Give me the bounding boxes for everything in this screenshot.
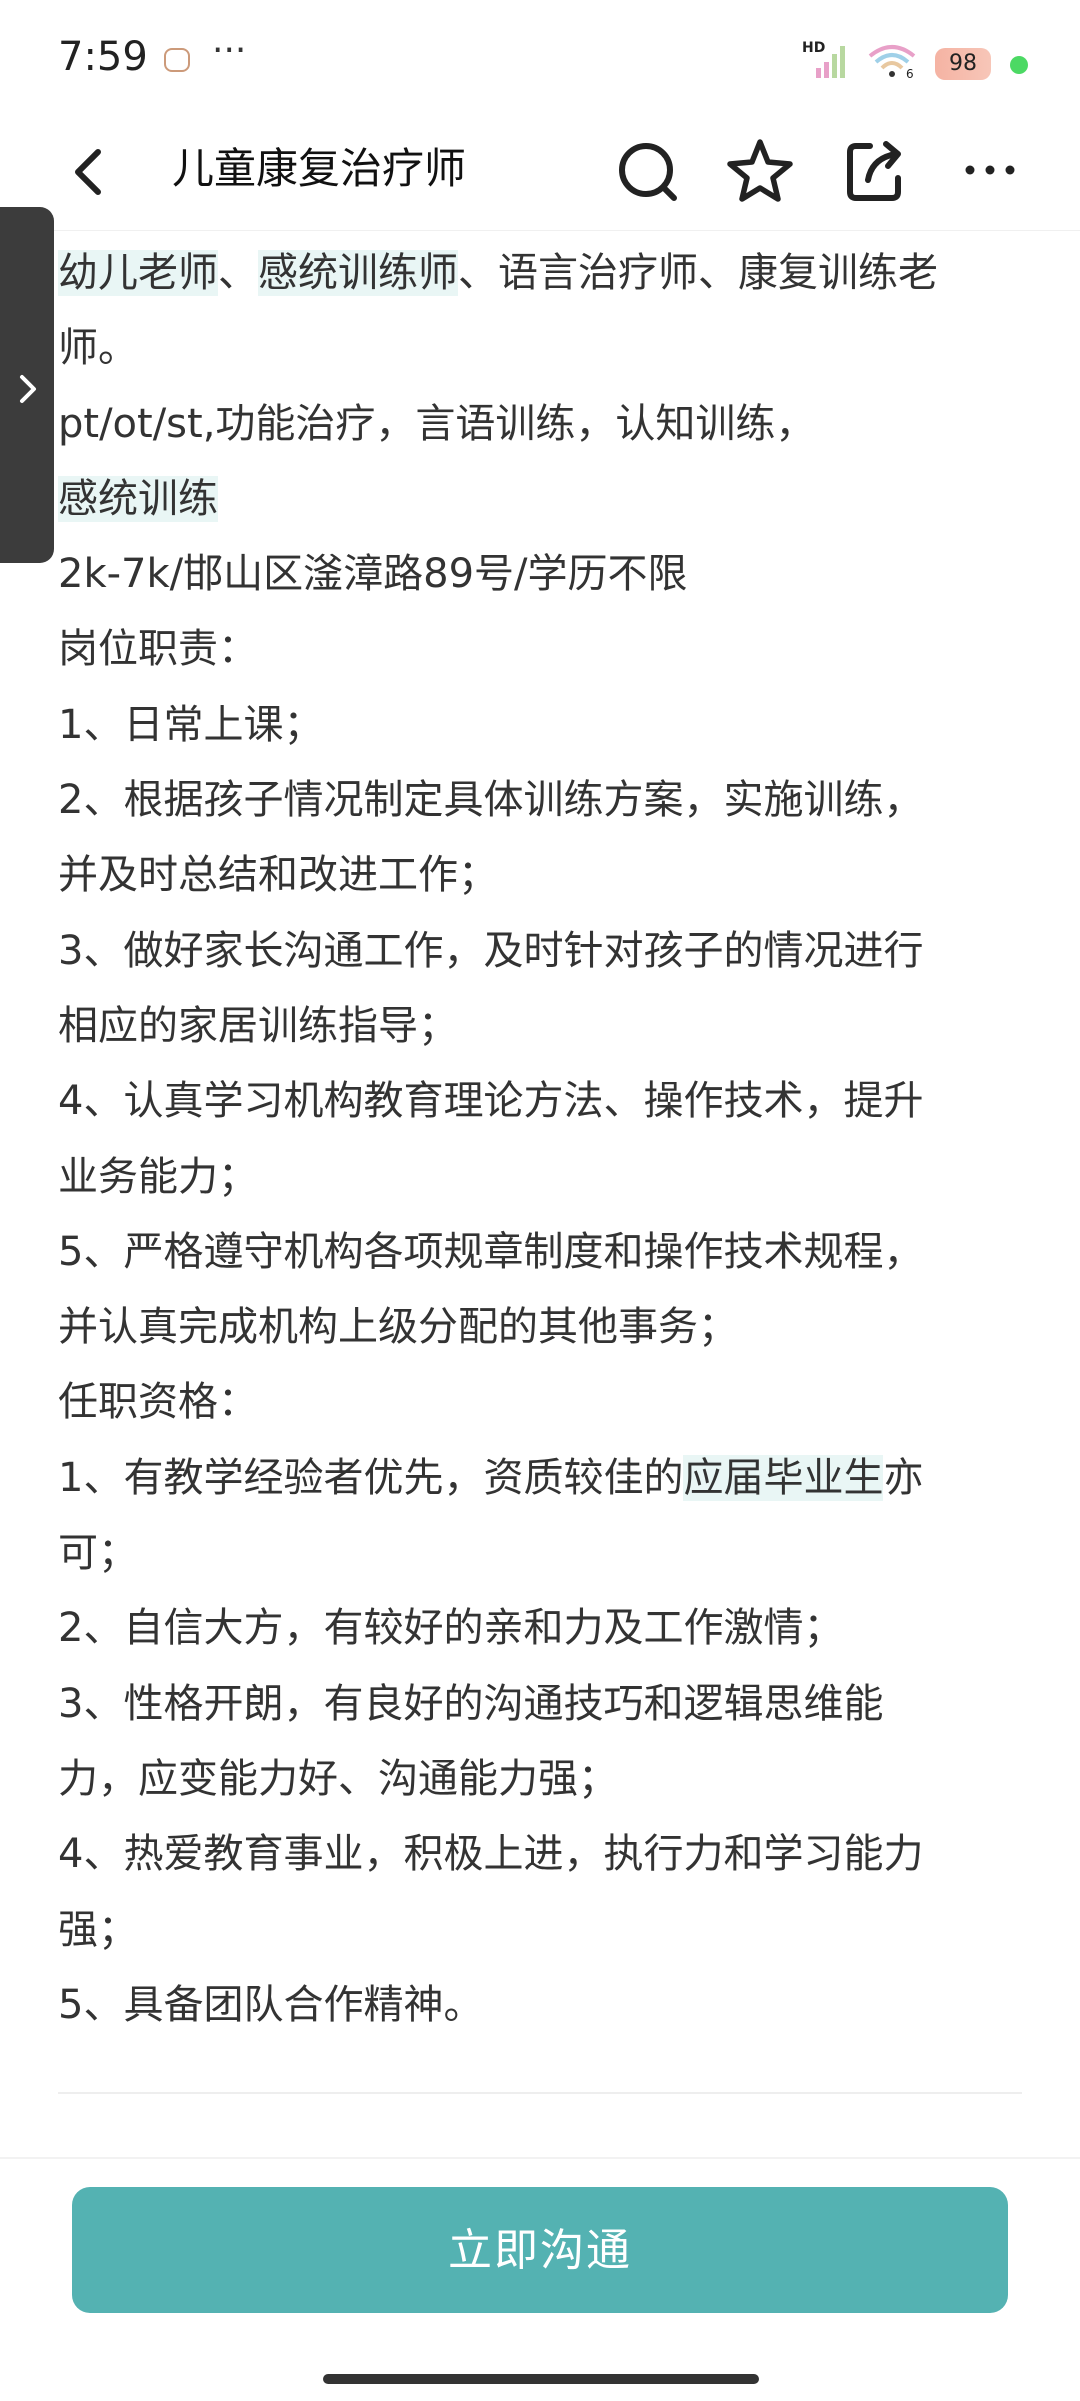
search-icon [619,143,677,201]
text-line: 师。 [58,325,138,372]
favorite-button[interactable] [720,124,800,214]
text-line: 1、日常上课； [58,701,324,748]
share-button[interactable] [834,124,914,214]
salary-location-line: 2k-7k/邯山区滏漳路89号/学历不限 [58,551,688,598]
hd-badge: HD [802,40,826,56]
chat-now-button[interactable]: 立即沟通 [72,2187,1008,2313]
chevron-left-icon [75,149,101,195]
bottom-bar-separator [0,2157,1080,2159]
keyword-highlight[interactable]: 感统训练 [58,475,218,522]
notification-icon [164,48,190,72]
text-line: 可； [58,1530,138,1577]
keyword-highlight[interactable]: 感统训练师 [258,250,458,296]
side-drawer-handle[interactable] [0,207,54,563]
text-fragment: 、语言治疗师、康复训练老 [458,250,938,296]
keyword-highlight[interactable]: 幼儿老师 [58,250,218,296]
text-line: 5、具备团队合作精神。 [58,1981,484,2028]
text-line: 并及时总结和改进工作； [58,852,498,899]
page-title: 儿童康复治疗师 [172,144,467,193]
text-line: 2、根据孩子情况制定具体训练方案，实施训练， [58,777,924,824]
more-icon [965,165,1015,175]
status-more-dots: ··· [212,30,247,71]
search-button[interactable] [608,124,688,214]
status-time: 7:59 [58,34,148,80]
screen: 7:59 ··· HD 6 98 儿童康复治疗师 幼儿老师、感统训练师、语言治疗… [0,0,1080,2401]
keyword-highlight[interactable]: 应届毕业生 [683,1454,884,1501]
text-fragment: 、 [218,250,258,296]
star-icon [727,139,793,202]
text-fragment: 亦 [883,1454,924,1501]
section-heading: 岗位职责： [58,626,258,673]
app-header: 儿童康复治疗师 [0,110,1080,231]
share-icon [847,141,901,201]
active-dot-icon [1010,56,1028,74]
text-line: pt/ot/st,功能治疗，言语训练，认知训练， [58,400,816,447]
text-line: 3、做好家长沟通工作，及时针对孩子的情况进行 [58,927,924,974]
text-line: 幼儿老师、感统训练师、语言治疗师、康复训练老 [58,236,1018,311]
text-line: 3、性格开朗，有良好的沟通技巧和逻辑思维能 [58,1680,884,1727]
status-bar: 7:59 ··· HD 6 98 [0,0,1080,110]
text-line: 2、自信大方，有较好的亲和力及工作激情； [58,1605,844,1652]
text-line: 5、严格遵守机构各项规章制度和操作技术规程， [58,1228,924,1275]
back-button[interactable] [60,124,120,214]
text-line: 并认真完成机构上级分配的其他事务； [58,1304,738,1351]
battery-indicator: 98 [935,48,991,80]
wifi-icon: 6 [868,45,916,80]
wifi-badge: 6 [906,67,914,80]
text-line: 业务能力； [58,1153,258,1200]
text-line: 力，应变能力好、沟通能力强； [58,1755,618,1802]
job-description: 幼儿老师、感统训练师、语言治疗师、康复训练老 师。 pt/ot/st,功能治疗，… [58,236,1018,2043]
text-line: 感统训练 [58,462,1018,537]
chevron-right-icon [20,375,36,403]
text-fragment: 1、有教学经验者优先，资质较佳的 [58,1454,684,1501]
more-button[interactable] [950,124,1030,214]
content-divider [58,2092,1022,2094]
text-line: 相应的家居训练指导； [58,1002,458,1049]
text-line: 强； [58,1906,138,1953]
text-line: 4、热爱教育事业，积极上进，执行力和学习能力 [58,1831,924,1878]
text-line: 4、认真学习机构教育理论方法、操作技术，提升 [58,1078,924,1125]
section-heading: 任职资格： [58,1379,258,1426]
home-indicator[interactable] [323,2374,759,2384]
text-line: 1、有教学经验者优先，资质较佳的应届毕业生亦 [58,1441,1018,1516]
